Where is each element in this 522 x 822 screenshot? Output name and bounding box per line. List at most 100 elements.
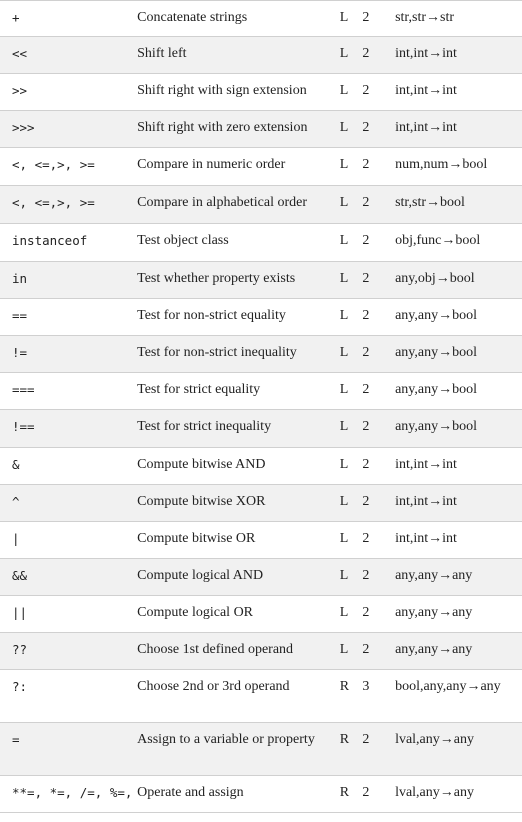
types-cell: int,int→int (395, 83, 457, 98)
operation-cell: Shift right with sign extension (137, 83, 307, 98)
operand-count-cell: 2 (362, 494, 370, 509)
operation-cell: Compute logical OR (137, 605, 254, 620)
operand-count-cell: 2 (362, 568, 370, 583)
table-row: && Compute logical AND L 2 any,any→any (0, 558, 522, 596)
operator-table: + Concatenate strings L 2 str,str→str <<… (0, 0, 522, 813)
operand-count-cell: 2 (362, 457, 370, 472)
operand-count-cell: 2 (362, 382, 370, 397)
associativity-cell: L (339, 531, 349, 546)
associativity-cell: L (339, 195, 349, 210)
operation-cell: Test for non-strict equality (137, 308, 286, 323)
operation-cell: Choose 1st defined operand (137, 642, 294, 657)
operand-count-cell: 2 (362, 642, 370, 657)
operand-count-cell: 3 (362, 679, 370, 694)
operand-count-cell: 2 (362, 345, 370, 360)
table-row: = Assign to a variable or property R 2 l… (0, 722, 522, 776)
operation-cell: Test for strict inequality (137, 419, 272, 434)
associativity-cell: L (339, 10, 349, 25)
types-cell: any,any→bool (395, 345, 477, 360)
associativity-cell: R (339, 785, 350, 800)
operation-cell: Assign to a variable or property (137, 732, 315, 747)
associativity-cell: R (339, 732, 350, 747)
operator-cell: !== (12, 419, 35, 434)
types-cell: str,str→bool (395, 195, 465, 210)
associativity-cell: L (339, 308, 349, 323)
types-cell: num,num→bool (395, 157, 488, 172)
operation-cell: Compute logical AND (137, 568, 264, 583)
table-row: ?: Choose 2nd or 3rd operand R 3 bool,an… (0, 670, 522, 723)
types-cell: any,any→any (395, 605, 473, 620)
associativity-cell: R (339, 679, 350, 694)
operator-cell: <, <=,>, >= (12, 195, 95, 210)
table-row: | Compute bitwise OR L 2 int,int→int (0, 522, 522, 559)
operand-count-cell: 2 (362, 531, 370, 546)
operator-cell: ?: (12, 679, 28, 694)
types-cell: int,int→int (395, 457, 457, 472)
operation-cell: Shift left (137, 46, 187, 61)
types-cell: int,int→int (395, 120, 457, 135)
operation-cell: Shift right with zero extension (137, 120, 308, 135)
table-row: || Compute logical OR L 2 any,any→any (0, 596, 522, 633)
associativity-cell: L (339, 345, 349, 360)
operator-cell: === (12, 382, 35, 397)
operator-cell: != (12, 345, 28, 360)
associativity-cell: L (339, 46, 349, 61)
associativity-cell: L (339, 382, 349, 397)
types-cell: lval,any→any (395, 785, 474, 800)
operator-cell: **=, *=, /=, %=, (12, 785, 133, 800)
operand-count-cell: 2 (362, 419, 370, 434)
associativity-cell: L (339, 568, 349, 583)
types-cell: any,any→bool (395, 308, 477, 323)
operator-cell: || (12, 605, 28, 620)
table-row: != Test for non-strict inequality L 2 an… (0, 335, 522, 373)
operand-count-cell: 2 (362, 83, 370, 98)
operand-count-cell: 2 (362, 785, 370, 800)
operator-cell: << (12, 46, 28, 61)
table-row: ?? Choose 1st defined operand L 2 any,an… (0, 632, 522, 670)
types-cell: any,obj→bool (395, 271, 475, 286)
operator-cell: instanceof (12, 233, 88, 248)
types-cell: obj,func→bool (395, 233, 481, 248)
operand-count-cell: 2 (362, 605, 370, 620)
types-cell: int,int→int (395, 531, 457, 546)
operator-cell: = (12, 732, 20, 747)
operand-count-cell: 2 (362, 233, 370, 248)
types-cell: any,any→bool (395, 419, 477, 434)
table-row: <, <=,>, >= Compare in numeric order L 2… (0, 148, 522, 186)
operator-cell: <, <=,>, >= (12, 157, 95, 172)
operator-cell: ^ (12, 494, 20, 509)
types-cell: any,any→any (395, 568, 473, 583)
table-row: === Test for strict equality L 2 any,any… (0, 373, 522, 410)
types-cell: any,any→any (395, 642, 473, 657)
operation-cell: Compare in numeric order (137, 157, 286, 172)
associativity-cell: L (339, 457, 349, 472)
table-row: >> Shift right with sign extension L 2 i… (0, 74, 522, 111)
table-row: !== Test for strict inequality L 2 any,a… (0, 409, 522, 448)
associativity-cell: L (339, 419, 349, 434)
operation-cell: Compute bitwise AND (137, 457, 266, 472)
operator-cell: >>> (12, 120, 35, 135)
types-cell: int,int→int (395, 46, 457, 61)
operator-cell: == (12, 308, 28, 323)
operation-cell: Compare in alphabetical order (137, 195, 308, 210)
table-row: == Test for non-strict equality L 2 any,… (0, 299, 522, 336)
operand-count-cell: 2 (362, 271, 370, 286)
types-cell: bool,any,any→any (395, 679, 501, 694)
associativity-cell: L (339, 605, 349, 620)
operator-cell: in (12, 271, 28, 286)
table-row: & Compute bitwise AND L 2 int,int→int (0, 448, 522, 485)
operation-cell: Compute bitwise XOR (137, 494, 266, 509)
types-cell: lval,any→any (395, 732, 474, 747)
types-cell: str,str→str (395, 10, 455, 25)
associativity-cell: L (339, 271, 349, 286)
associativity-cell: L (339, 494, 349, 509)
table-row: + Concatenate strings L 2 str,str→str (0, 0, 522, 37)
operation-cell: Test object class (137, 233, 229, 248)
operand-count-cell: 2 (362, 10, 370, 25)
operand-count-cell: 2 (362, 195, 370, 210)
table-row: in Test whether property exists L 2 any,… (0, 261, 522, 299)
operator-cell: | (12, 531, 20, 546)
operand-count-cell: 2 (362, 732, 370, 747)
types-cell: any,any→bool (395, 382, 477, 397)
operand-count-cell: 2 (362, 308, 370, 323)
